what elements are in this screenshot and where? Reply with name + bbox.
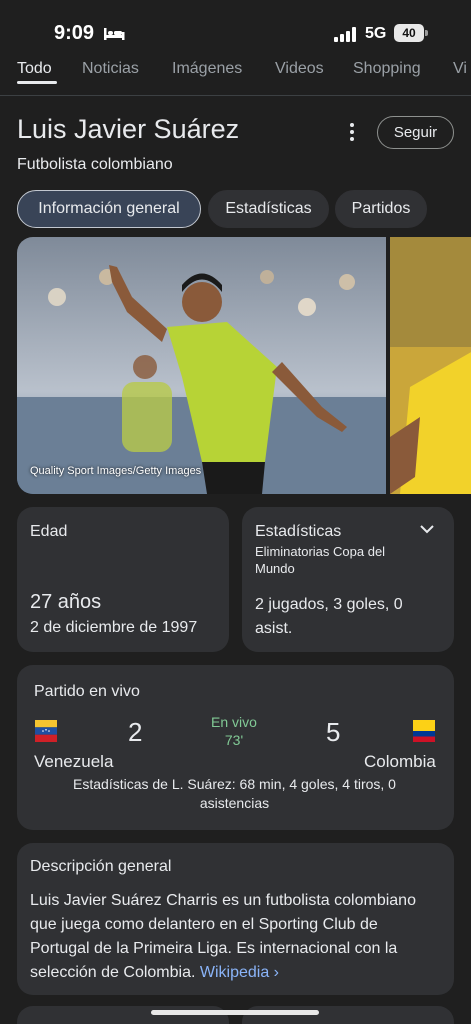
- description-card: Descripción general Luis Javier Suárez C…: [17, 843, 454, 995]
- chevron-down-icon[interactable]: [420, 524, 434, 534]
- stats-card[interactable]: Estadísticas Eliminatorias Copa del Mund…: [242, 507, 454, 652]
- follow-button[interactable]: Seguir: [377, 116, 454, 149]
- entity-subtitle: Futbolista colombiano: [17, 156, 173, 173]
- live-status: En vivo: [211, 714, 257, 730]
- home-score: 2: [128, 717, 143, 747]
- wikipedia-link[interactable]: Wikipedia ›: [200, 964, 279, 981]
- battery-icon: 40: [394, 24, 428, 42]
- match-minute: 73': [224, 732, 244, 748]
- home-team: Venezuela: [34, 752, 114, 771]
- tab-noticias[interactable]: Noticias: [82, 60, 139, 78]
- age-card[interactable]: Edad 27 años 2 de diciembre de 1997: [17, 507, 229, 652]
- chip-estadisticas[interactable]: Estadísticas: [208, 190, 329, 228]
- tab-shopping[interactable]: Shopping: [353, 60, 421, 78]
- venezuela-flag-icon: [35, 720, 57, 742]
- player-match-stats: Estadísticas de L. Suárez: 68 min, 4 gol…: [73, 776, 396, 811]
- stats-value: 2 jugados, 3 goles, 0 asist.: [255, 596, 403, 637]
- description-text: Luis Javier Suárez Charris es un futboli…: [30, 889, 440, 985]
- next-card-right[interactable]: [242, 1006, 454, 1024]
- next-card-left[interactable]: [17, 1006, 229, 1024]
- tab-more[interactable]: Vi: [453, 60, 467, 78]
- home-indicator[interactable]: [151, 1010, 319, 1015]
- image-credit: Quality Sport Images/Getty Images: [30, 465, 202, 477]
- entity-title: Luis Javier Suárez: [17, 114, 240, 144]
- status-bar: 9:09 5G 40: [0, 0, 471, 60]
- player-photo-secondary[interactable]: [390, 237, 471, 494]
- signal-icon: [334, 27, 356, 42]
- active-tab-indicator: [17, 81, 57, 84]
- stats-competition: Eliminatorias Copa del Mundo: [255, 544, 386, 576]
- away-team: Colombia: [364, 752, 436, 771]
- battery-level: 40: [394, 24, 424, 42]
- age-label: Edad: [30, 523, 68, 540]
- more-options-icon[interactable]: [343, 122, 361, 142]
- colombia-flag-icon: [413, 720, 435, 742]
- tab-videos[interactable]: Videos: [275, 60, 324, 78]
- chip-partidos[interactable]: Partidos: [335, 190, 427, 228]
- network-label: 5G: [365, 25, 387, 42]
- live-match-label: Partido en vivo: [34, 683, 140, 700]
- away-score: 5: [326, 717, 341, 747]
- search-tabs: Todo Noticias Imágenes Videos Shopping V…: [0, 58, 471, 96]
- sleep-focus-icon: [104, 28, 125, 40]
- live-match-card[interactable]: Partido en vivo 2 En vivo 73' 5 Venezuel…: [17, 665, 454, 830]
- chip-informacion-general[interactable]: Información general: [17, 190, 201, 228]
- status-time: 9:09: [54, 22, 95, 44]
- age-value: 27 años: [30, 591, 102, 613]
- birth-date: 2 de diciembre de 1997: [30, 619, 198, 636]
- tab-imagenes[interactable]: Imágenes: [172, 60, 242, 78]
- player-photo[interactable]: [17, 237, 386, 494]
- tab-todo[interactable]: Todo: [17, 60, 52, 78]
- stats-label: Estadísticas: [255, 523, 342, 540]
- description-label: Descripción general: [30, 858, 172, 875]
